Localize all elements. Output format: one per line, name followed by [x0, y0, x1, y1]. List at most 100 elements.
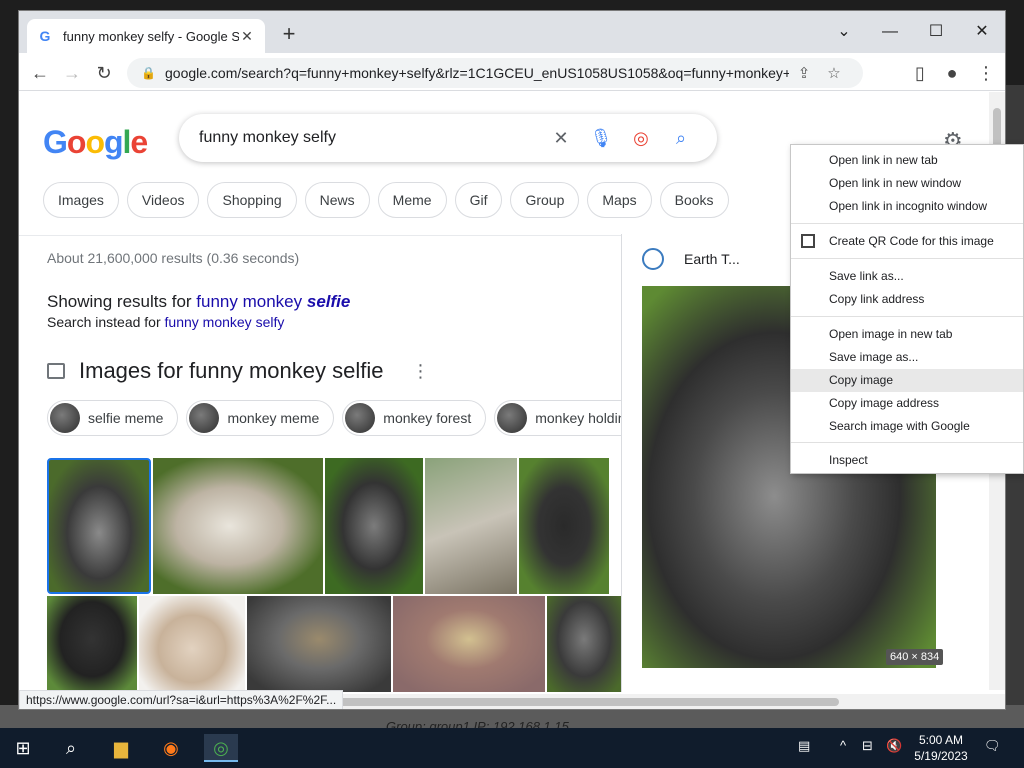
chip-news[interactable]: News [304, 182, 370, 218]
image-size-badge: 640 × 834 [886, 649, 944, 665]
tab-strip: G funny monkey selfy - Google Sea ✕ + ⌄ … [19, 11, 1005, 53]
menu-create-qr-code[interactable]: Create QR Code for this image [791, 230, 1023, 253]
corrected-query-bold: selfie [306, 292, 351, 311]
image-thumbnail[interactable] [519, 458, 609, 594]
preview-source-name: Earth T... [684, 251, 740, 267]
image-thumbnail[interactable] [393, 596, 545, 692]
browser-tab[interactable]: G funny monkey selfy - Google Sea ✕ [27, 19, 265, 53]
image-thumbnail[interactable] [153, 458, 323, 594]
menu-search-image-google[interactable]: Search image with Google [791, 415, 1023, 438]
back-icon[interactable]: ← [27, 60, 53, 86]
file-explorer-icon[interactable]: ▆ [104, 734, 138, 762]
image-icon [47, 363, 65, 379]
menu-copy-link-address[interactable]: Copy link address [791, 288, 1023, 311]
more-options-icon[interactable]: ⋮ [411, 361, 429, 382]
menu-open-image-new-tab[interactable]: Open image in new tab [791, 323, 1023, 346]
close-window-icon[interactable]: ✕ [959, 17, 1005, 47]
related-chip-label: monkey forest [383, 410, 472, 426]
chip-videos[interactable]: Videos [126, 182, 200, 218]
related-chip[interactable]: selfie meme [47, 400, 179, 436]
chip-books[interactable]: Books [659, 182, 729, 218]
google-logo[interactable]: Google [43, 124, 148, 161]
image-thumbnail[interactable] [247, 596, 391, 692]
firefox-icon[interactable]: ◉ [154, 734, 188, 762]
menu-kebab-icon[interactable]: ⋮ [973, 60, 999, 86]
vertical-scroll-thumb[interactable] [993, 108, 1001, 148]
related-chip-label: monkey meme [227, 410, 320, 426]
clock-time: 5:00 AM [918, 733, 964, 747]
image-thumbnail[interactable] [47, 596, 137, 692]
images-heading: Images for funny monkey selfie ⋮ [47, 358, 429, 384]
menu-separator [791, 258, 1023, 259]
forward-icon[interactable]: → [59, 60, 85, 86]
search-icon[interactable]: ⌕ [661, 128, 701, 149]
browser-toolbar: ← → ↻ 🔒 google.com/search?q=funny+monkey… [19, 53, 1005, 91]
start-windows-icon[interactable]: ⊞ [6, 734, 40, 762]
menu-save-link-as[interactable]: Save link as... [791, 265, 1023, 288]
maximize-icon[interactable]: ☐ [913, 17, 959, 47]
original-query-link[interactable]: funny monkey selfy [165, 314, 285, 330]
search-input[interactable]: funny monkey selfy [199, 129, 541, 147]
clear-icon[interactable]: ✕ [541, 128, 581, 149]
tab-search-icon[interactable]: ⌄ [821, 17, 867, 47]
lens-icon[interactable]: ◎ [621, 128, 661, 149]
menu-open-link-new-tab[interactable]: Open link in new tab [791, 149, 1023, 172]
bookmark-star-icon[interactable]: ☆ [819, 64, 849, 82]
profile-avatar-icon[interactable]: ● [939, 60, 965, 86]
image-thumbnail[interactable] [425, 458, 517, 594]
chip-group[interactable]: Group [510, 182, 580, 218]
images-heading-text: Images for funny monkey selfie [79, 358, 384, 383]
network-icon[interactable]: ⊟ [862, 738, 873, 754]
system-clock[interactable]: 5:00 AM 5/19/2023 [914, 732, 968, 764]
menu-separator [791, 442, 1023, 443]
corrected-query-link[interactable]: funny monkey selfie [196, 292, 350, 311]
chip-meme[interactable]: Meme [377, 182, 447, 218]
menu-create-qr-code-label: Create QR Code for this image [829, 234, 994, 248]
instead-prefix: Search instead for [47, 314, 165, 330]
context-menu: Open link in new tab Open link in new wi… [790, 144, 1024, 474]
chrome-icon[interactable]: ◎ [204, 734, 238, 762]
image-thumbnail[interactable] [547, 596, 621, 692]
tray-chevron-up-icon[interactable]: ^ [840, 738, 846, 753]
search-box[interactable]: funny monkey selfy ✕ 🎙 ◎ ⌕ [179, 114, 717, 162]
new-tab-icon[interactable]: + [277, 23, 301, 47]
side-panel-icon[interactable]: ▯ [907, 60, 933, 86]
menu-open-link-new-window[interactable]: Open link in new window [791, 172, 1023, 195]
chip-images[interactable]: Images [43, 182, 119, 218]
microphone-icon[interactable]: 🎙 [581, 128, 621, 149]
tab-close-icon[interactable]: ✕ [239, 28, 255, 45]
address-bar[interactable]: 🔒 google.com/search?q=funny+monkey+selfy… [127, 58, 863, 88]
image-thumbnail[interactable] [139, 596, 245, 692]
notification-icon[interactable]: 🗨 [984, 738, 1001, 754]
chip-shopping[interactable]: Shopping [207, 182, 297, 218]
menu-open-link-incognito[interactable]: Open link in incognito window [791, 195, 1023, 218]
tab-title: funny monkey selfy - Google Sea [63, 28, 239, 44]
lock-icon: 🔒 [141, 66, 156, 80]
share-icon[interactable]: ⇪ [789, 64, 819, 82]
related-chip[interactable]: monkey meme [186, 400, 335, 436]
menu-inspect[interactable]: Inspect [791, 449, 1023, 472]
volume-muted-icon[interactable]: 🔇 [886, 738, 902, 754]
menu-copy-image-address[interactable]: Copy image address [791, 392, 1023, 415]
related-chip[interactable]: monkey forest [342, 400, 487, 436]
image-thumbnail[interactable] [325, 458, 423, 594]
taskbar: ⊞ ⌕ ▆ ◉ ◎ ▤ ^ ⊟ 🔇 5:00 AM 5/19/2023 🗨 [0, 728, 1024, 768]
taskbar-search-icon[interactable]: ⌕ [54, 734, 88, 762]
minimize-icon[interactable]: — [867, 17, 913, 47]
chip-gif[interactable]: Gif [454, 182, 503, 218]
chip-maps[interactable]: Maps [587, 182, 652, 218]
image-thumbnail-selected[interactable] [47, 458, 151, 594]
related-thumb [345, 403, 376, 433]
corrected-query-plain: funny monkey [196, 292, 307, 311]
menu-copy-image[interactable]: Copy image [791, 369, 1023, 392]
clock-date: 5/19/2023 [914, 749, 968, 763]
keyboard-layout-icon[interactable]: ▤ [798, 738, 810, 754]
related-chip-label: monkey holding [535, 410, 634, 426]
menu-save-image-as[interactable]: Save image as... [791, 346, 1023, 369]
reload-icon[interactable]: ↻ [91, 60, 117, 86]
address-url[interactable]: google.com/search?q=funny+monkey+selfy&r… [165, 65, 789, 81]
search-instead: Search instead for funny monkey selfy [47, 314, 284, 330]
preview-source[interactable]: Earth T... ‹ [642, 248, 796, 270]
menu-separator [791, 316, 1023, 317]
filter-chips: Images Videos Shopping News Meme Gif Gro… [43, 182, 729, 218]
